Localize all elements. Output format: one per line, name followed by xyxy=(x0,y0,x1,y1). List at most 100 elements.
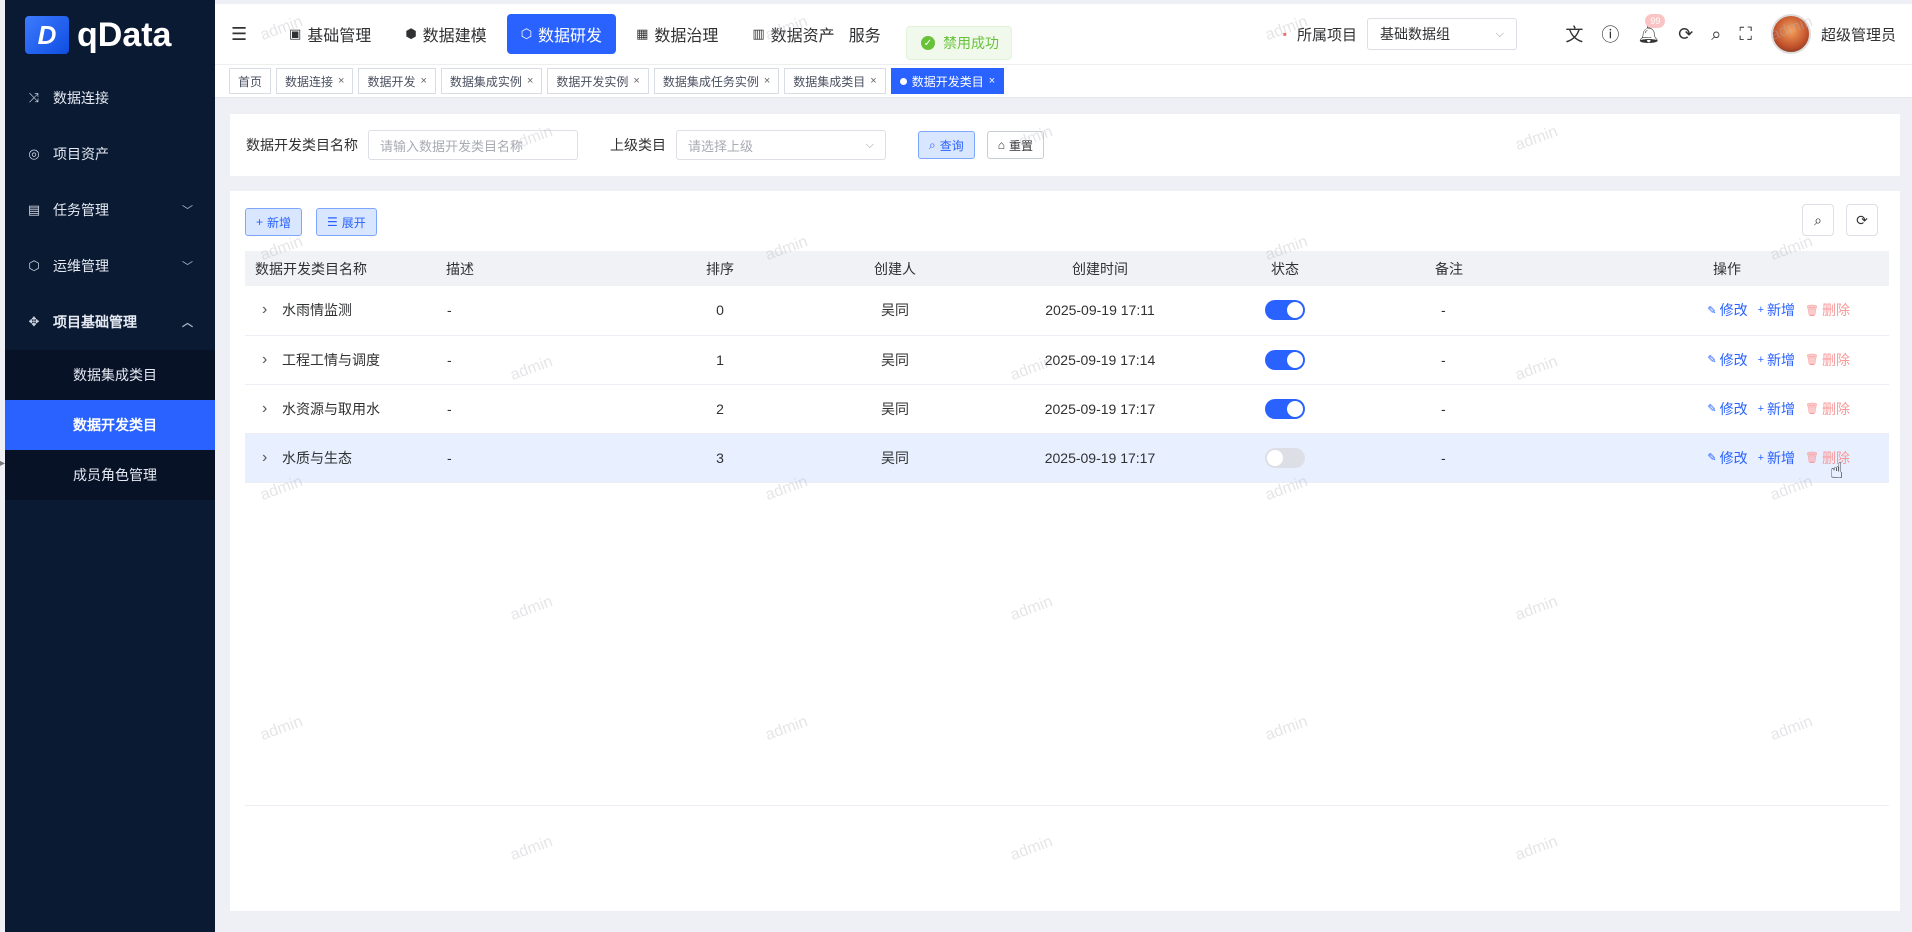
edit-button[interactable]: ✎ 修改 xyxy=(1707,300,1747,320)
tag-2[interactable]: 数据开发 × xyxy=(358,68,436,94)
status-toggle[interactable] xyxy=(1265,349,1305,370)
chevron-right-icon[interactable]: › xyxy=(262,449,272,467)
row-actions: ✎ 修改 + 新增 🗑︎ 删除 xyxy=(1566,399,1888,419)
cell-creator: 吴同 xyxy=(795,384,995,434)
project-select[interactable]: 基础数据组 ⌵ xyxy=(1367,18,1517,50)
add-button[interactable]: + 新增 xyxy=(1758,448,1795,468)
column-header-3: 创建人 xyxy=(795,251,995,286)
close-icon[interactable]: × xyxy=(420,75,426,87)
expand-button[interactable]: ☰ 展开 xyxy=(316,208,377,236)
delete-button[interactable]: 🗑︎ 删除 xyxy=(1805,350,1850,370)
close-icon[interactable]: × xyxy=(989,75,995,87)
tag-7[interactable]: 数据开发类目 × xyxy=(890,68,1005,94)
top-nav-item-4[interactable]: ▥ 数据资产 xyxy=(738,14,848,54)
close-icon[interactable]: × xyxy=(633,75,639,87)
close-icon[interactable]: × xyxy=(764,75,770,87)
cell-created-time: 2025-09-19 17:17 xyxy=(995,433,1205,483)
table-bottom-divider xyxy=(245,805,1889,806)
bell-icon[interactable]: 🔔︎ 99 xyxy=(1637,13,1666,45)
search-icon[interactable]: ⌕ xyxy=(1711,24,1721,45)
app-logo[interactable]: D qData xyxy=(5,0,215,70)
menu-collapse-icon[interactable]: ☰ xyxy=(231,24,261,45)
cell-desc: - xyxy=(445,433,645,483)
status-toggle[interactable] xyxy=(1265,300,1305,321)
tag-5[interactable]: 数据集成任务实例 × xyxy=(653,68,780,94)
trash-icon: 🗑︎ xyxy=(1805,304,1819,317)
active-dot-icon xyxy=(899,77,907,85)
top-nav-item-0[interactable]: ▣ 基础管理 xyxy=(275,14,385,54)
project-base-icon: ✥ xyxy=(28,314,40,329)
name-filter-input[interactable]: 请输入数据开发类目名称 xyxy=(368,130,578,160)
cell-name: › 水雨情监测 xyxy=(245,286,445,336)
tag-label: 数据集成任务实例 xyxy=(662,74,759,89)
edit-button[interactable]: ✎ 修改 xyxy=(1707,448,1747,468)
sidebar-subitem-1[interactable]: 数据开发类目 xyxy=(5,400,215,450)
parent-filter-select[interactable]: 请选择上级 ⌵ xyxy=(676,130,886,160)
cell-remark: - xyxy=(1365,384,1565,434)
nav-item-label: 数据研发 xyxy=(538,28,603,45)
toggle-knob xyxy=(1287,302,1303,319)
cell-creator: 吴同 xyxy=(795,335,995,385)
sidebar-item-label: 任务管理 xyxy=(53,202,109,218)
project-selector: ▪ 所属项目 基础数据组 ⌵ xyxy=(1283,18,1517,50)
toggle-knob xyxy=(1267,449,1283,466)
column-header-1: 描述 xyxy=(445,251,645,286)
sidebar-edge-handle[interactable]: ▸ xyxy=(0,458,5,476)
cell-order: 3 xyxy=(645,433,795,483)
category-name: 工程工情与调度 xyxy=(282,351,380,368)
tag-label: 数据集成实例 xyxy=(449,74,522,89)
help-icon[interactable]: ⓘ xyxy=(1601,21,1619,47)
tag-6[interactable]: 数据集成类目 × xyxy=(784,68,886,94)
refresh-icon[interactable]: ⟳ xyxy=(1678,24,1693,45)
toggle-search-button[interactable]: ⌕ xyxy=(1802,204,1834,236)
top-nav: ▣基础管理⬢数据建模⬡数据研发▦数据治理▥数据资产服务更多菜单⌵ xyxy=(275,14,1007,54)
top-nav-item-5[interactable]: 服务 xyxy=(835,14,895,54)
status-toggle[interactable] xyxy=(1265,447,1305,468)
tag-4[interactable]: 数据开发实例 × xyxy=(547,68,649,94)
sidebar-subitem-2[interactable]: 成员角色管理 xyxy=(5,450,215,500)
sidebar-item-1[interactable]: ◎ 项目资产 xyxy=(5,126,215,182)
edit-button[interactable]: ✎ 修改 xyxy=(1707,399,1747,419)
edit-button[interactable]: ✎ 修改 xyxy=(1707,350,1747,370)
tag-0[interactable]: 首页 xyxy=(229,68,272,94)
sidebar-item-2[interactable]: ▤ 任务管理 ﹀ xyxy=(5,182,215,238)
close-icon[interactable]: × xyxy=(338,75,344,87)
reset-button[interactable]: ⌂ 重置 xyxy=(986,131,1045,159)
add-button[interactable]: + 新增 xyxy=(1758,399,1795,419)
query-button[interactable]: ⌕ 查询 xyxy=(918,131,975,159)
tag-3[interactable]: 数据集成实例 × xyxy=(440,68,543,94)
add-label: 新增 xyxy=(1767,400,1796,417)
chevron-right-icon[interactable]: › xyxy=(262,351,272,369)
add-button[interactable]: + 新增 xyxy=(1758,300,1795,320)
close-icon[interactable]: × xyxy=(527,75,533,87)
sidebar-item-4[interactable]: ✥ 项目基础管理 ︿ xyxy=(5,294,215,350)
chevron-right-icon[interactable]: › xyxy=(262,400,272,418)
top-nav-item-3[interactable]: ▦ 数据治理 xyxy=(622,14,732,54)
edit-label: 修改 xyxy=(1719,400,1748,417)
add-button[interactable]: + 新增 xyxy=(245,208,303,236)
sidebar-item-0[interactable]: ⤨ 数据连接 xyxy=(5,70,215,126)
top-nav-item-2[interactable]: ⬡ 数据研发 xyxy=(506,14,617,54)
chevron-down-icon: ﹀ xyxy=(182,261,193,273)
sidebar-subitem-0[interactable]: 数据集成类目 xyxy=(5,350,215,400)
cell-status xyxy=(1205,384,1365,434)
fullscreen-icon[interactable]: ⛶ xyxy=(1739,24,1752,45)
chevron-right-icon[interactable]: › xyxy=(262,301,272,319)
top-nav-item-1[interactable]: ⬢ 数据建模 xyxy=(391,14,500,54)
delete-button[interactable]: 🗑︎ 删除 xyxy=(1805,300,1850,320)
cell-desc: - xyxy=(445,335,645,385)
tag-1[interactable]: 数据连接 × xyxy=(276,68,354,94)
delete-button[interactable]: 🗑︎ 删除 xyxy=(1805,399,1850,419)
translate-icon[interactable]: 文 xyxy=(1565,21,1583,47)
add-button[interactable]: + 新增 xyxy=(1758,350,1795,370)
parent-filter-label: 上级类目 xyxy=(610,137,666,153)
user-menu[interactable]: 超级管理员 xyxy=(1770,14,1896,54)
cell-creator: 吴同 xyxy=(795,286,995,336)
nav-item-label: 基础管理 xyxy=(307,28,372,45)
column-header-5: 状态 xyxy=(1205,251,1365,286)
refresh-button[interactable]: ⟳ xyxy=(1846,204,1878,236)
sidebar-item-3[interactable]: ⬡ 运维管理 ﹀ xyxy=(5,238,215,294)
status-toggle[interactable] xyxy=(1265,398,1305,419)
search-panel: 数据开发类目名称 请输入数据开发类目名称 上级类目 请选择上级 ⌵ ⌕ 查询 ⌂… xyxy=(230,114,1900,176)
close-icon[interactable]: × xyxy=(870,75,876,87)
